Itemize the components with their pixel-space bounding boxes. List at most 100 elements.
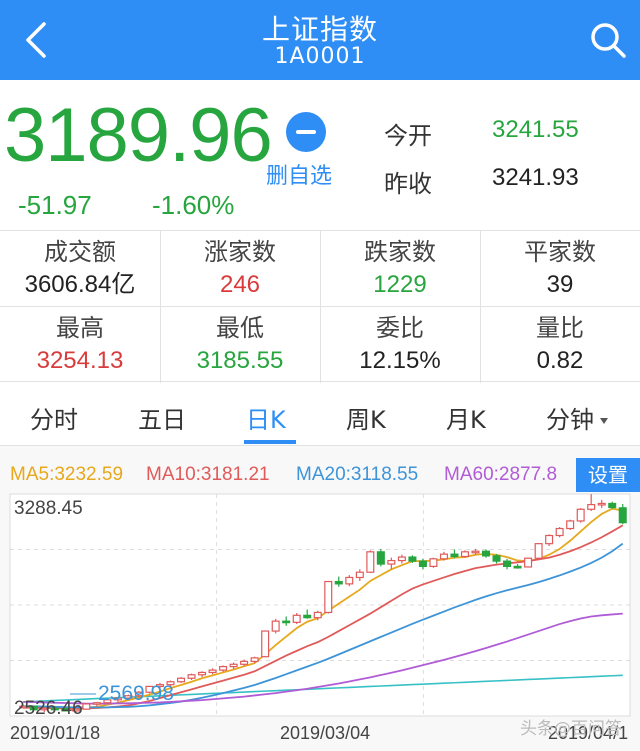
y-high-label: 3288.45 [14, 498, 83, 519]
candle-up [366, 551, 375, 573]
tab-five-day[interactable]: 五日 [138, 400, 186, 435]
stat-value: 3185.55 [196, 347, 284, 374]
candle-up [345, 576, 354, 585]
candle-down [334, 580, 343, 585]
kline-chart[interactable]: 3288.45 2526.46 2569.98 2019/01/18 2019/03/0… [0, 446, 640, 751]
tab-minute[interactable]: 分钟 [546, 400, 608, 435]
candle-down [418, 560, 427, 567]
kline-chart-canvas: 3288.45 2526.46 2569.98 2019/01/18 2019/03/0… [9, 493, 631, 743]
candle-up [82, 703, 91, 710]
stat-cell: 成交额 3606.84亿 [0, 235, 160, 301]
tab-monthly-k[interactable]: 月K [446, 400, 486, 435]
stat-label: 平家数 [524, 238, 596, 266]
search-icon[interactable] [586, 18, 630, 62]
candle-up [545, 534, 554, 545]
stat-cell: 跌家数 1229 [320, 235, 480, 301]
stat-value: 1229 [373, 271, 427, 298]
candle-up [555, 527, 564, 537]
candle-up [566, 520, 575, 530]
candle-up [292, 614, 301, 623]
stat-label: 委比 [376, 314, 424, 342]
stat-cell: 委比 12.15% [320, 311, 480, 377]
candle-up [250, 657, 259, 662]
candle-up [397, 556, 406, 562]
price-change: -51.97 [18, 190, 92, 220]
candle-up [240, 660, 249, 665]
stats-grid: 成交额 3606.84亿 涨家数 246 跌家数 1229 平家数 39 最高 3254.13 最低… [0, 230, 640, 383]
tab-minute-label: 分钟 [546, 406, 594, 434]
stat-cell: 最高 3254.13 [0, 311, 160, 377]
candle-down [608, 502, 617, 509]
ma5-label: MA5:3232.59 [10, 464, 124, 485]
candle-up [198, 671, 207, 676]
open-label: 今开 [384, 122, 432, 150]
candle-up [460, 551, 470, 558]
stat-value: 246 [219, 271, 261, 298]
candle-up [597, 502, 606, 506]
stat-label: 量比 [536, 314, 584, 342]
candle-up [534, 543, 543, 559]
candle-up [271, 620, 280, 632]
candle-up [429, 558, 438, 567]
candle-up [187, 674, 196, 679]
prev-close-label: 昨收 [384, 170, 432, 198]
y-low-label: 2526.46 [14, 698, 83, 719]
page-title: 上证指数 [261, 13, 378, 46]
top-bar: 上证指数 1A0001 [0, 0, 640, 80]
stat-cell: 最低 3185.55 [160, 311, 320, 377]
chevron-down-icon [600, 418, 608, 424]
tab-intraday[interactable]: 分时 [30, 400, 78, 435]
watermark: 头条@百问答 [520, 719, 622, 739]
candle-up [176, 677, 186, 683]
tab-weekly-k[interactable]: 周K [346, 400, 386, 435]
tab-daily-k[interactable]: 日K [246, 400, 286, 435]
ma20-label: MA20:3118.55 [296, 464, 419, 485]
chart-settings-button[interactable]: 设置 [576, 458, 640, 492]
stat-value: 3606.84亿 [24, 271, 136, 298]
candle-up [387, 559, 396, 565]
candle-down [450, 553, 459, 558]
candle-down [503, 560, 512, 567]
candle-up [587, 504, 596, 510]
candle-up [261, 630, 270, 658]
active-tab-indicator [244, 440, 296, 444]
stat-value: 12.15% [359, 347, 441, 374]
min-marker-label: 2569.98 [98, 682, 174, 705]
candle-down [481, 550, 491, 557]
ma10-label: MA10:3181.21 [146, 464, 270, 485]
x-date-label: 2019/01/18 [10, 723, 100, 743]
stat-cell: 量比 0.82 [480, 311, 640, 377]
candle-up [324, 580, 333, 614]
stat-value: 3254.13 [36, 347, 124, 374]
price-change-percent: -1.60% [152, 190, 235, 220]
open-value: 3241.55 [492, 116, 579, 143]
candle-up [524, 557, 533, 568]
stat-label: 最低 [216, 314, 264, 342]
remove-watchlist-button[interactable]: 删自选 [266, 158, 332, 190]
stat-value: 0.82 [536, 347, 584, 374]
stat-label: 最高 [56, 314, 104, 342]
ma60-label: MA60:2877.8 [444, 464, 558, 485]
x-date-label: 2019/03/04 [280, 723, 370, 743]
stat-label: 跌家数 [364, 238, 436, 266]
candle-up [355, 571, 364, 579]
candle-up [229, 663, 238, 668]
candle-up [208, 669, 217, 674]
stat-cell: 涨家数 246 [160, 235, 320, 301]
stat-label: 成交额 [44, 238, 116, 266]
candle-up [313, 611, 322, 619]
remove-watchlist-icon[interactable] [286, 112, 326, 152]
period-tabs: 分时 五日 日K 周K 月K 分钟 [0, 392, 640, 446]
candle-down [408, 556, 417, 562]
stock-code: 1A0001 [274, 44, 366, 69]
stat-label: 涨家数 [204, 238, 276, 266]
candle-up [576, 508, 585, 522]
candle-up [219, 666, 228, 671]
candle-down [376, 551, 385, 565]
stat-cell: 平家数 39 [480, 235, 640, 301]
candle-down [513, 565, 522, 569]
current-price: 3189.96 [4, 93, 273, 178]
stat-value: 39 [546, 271, 574, 298]
candle-down [303, 614, 312, 619]
candle-down [492, 555, 501, 562]
